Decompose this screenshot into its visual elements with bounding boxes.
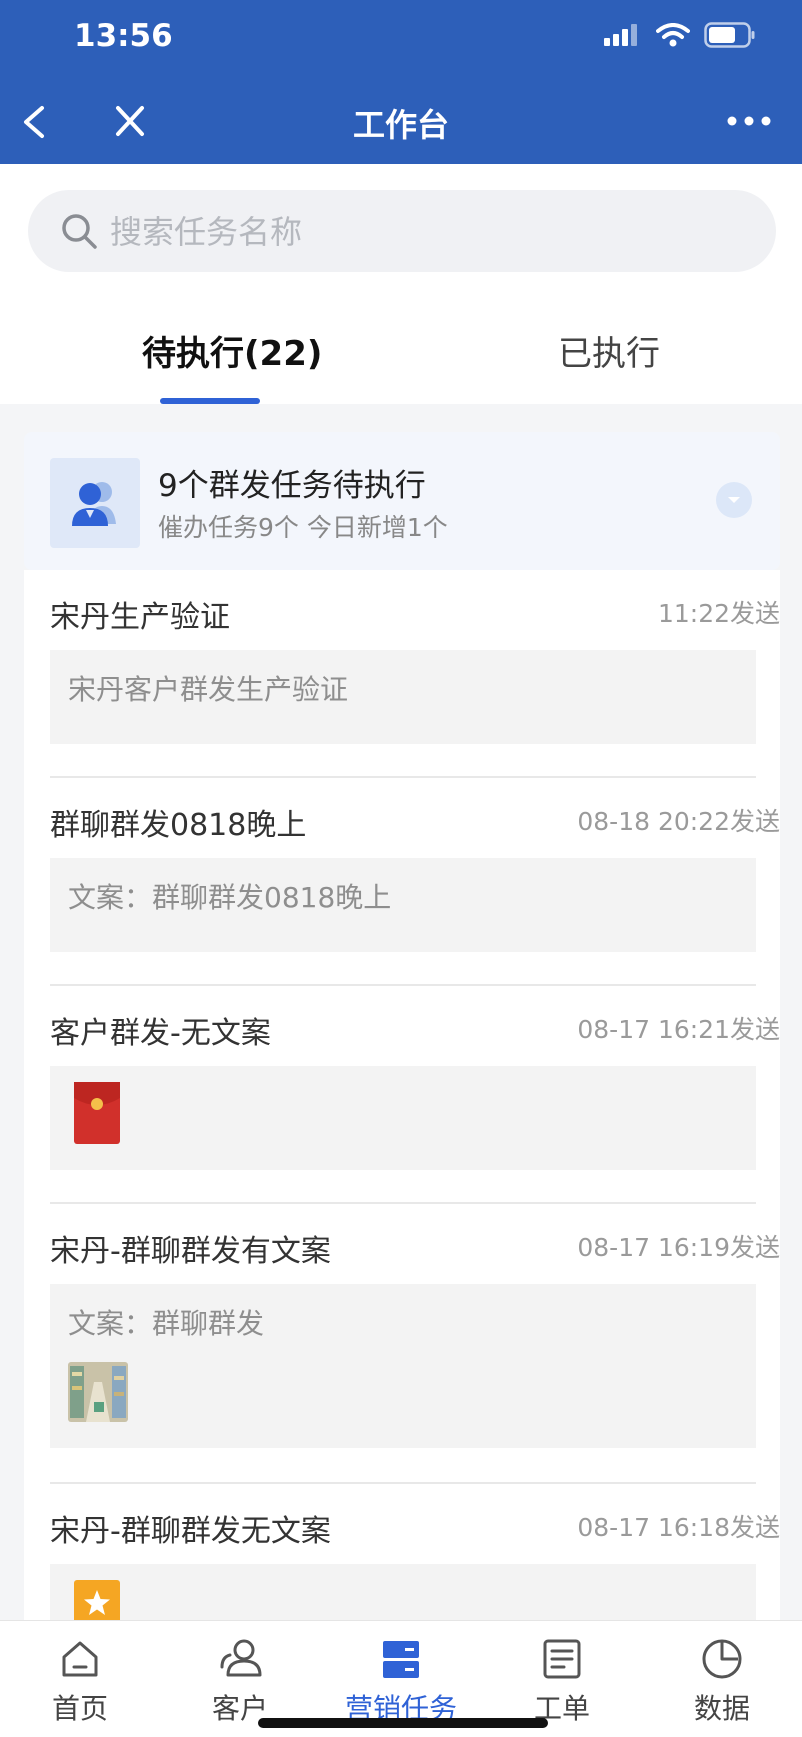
search-bar[interactable] (28, 190, 776, 272)
task-list: 宋丹生产验证 11:22发送 宋丹客户群发生产验证 群聊群发0818晚上 08-… (24, 570, 780, 1620)
task-title: 宋丹-群聊群发有文案 (50, 1234, 331, 1269)
home-indicator (258, 1718, 548, 1728)
data-chart-icon (702, 1639, 742, 1679)
home-icon (62, 1641, 98, 1677)
summary-title: 9个群发任务待执行 (158, 468, 426, 504)
task-content-box (50, 1564, 756, 1620)
divider (50, 984, 756, 986)
search-icon (62, 214, 97, 249)
tabbar-item-data[interactable]: 数据 (642, 1621, 802, 1737)
task-send-time: 11:22发送 (657, 599, 780, 628)
task-content: 文案：群聊群发0818晚上 (68, 881, 392, 914)
task-title: 宋丹-群聊群发无文案 (50, 1514, 331, 1549)
status-time: 13:56 (74, 18, 173, 54)
tabbar-label: 数据 (693, 1692, 750, 1725)
task-content-box: 文案：群聊群发 (50, 1284, 756, 1448)
task-content: 文案：群聊群发 (68, 1307, 265, 1340)
tabbar-item-home[interactable]: 首页 (0, 1621, 160, 1737)
chevron-down-icon (728, 497, 740, 503)
page-title: 工作台 (352, 106, 449, 144)
tabbar-label: 首页 (51, 1692, 108, 1725)
task-title: 宋丹生产验证 (50, 600, 230, 635)
task-title: 客户群发-无文案 (50, 1016, 271, 1051)
tab-pending[interactable]: 待执行(22) (142, 326, 322, 375)
marketing-task-icon (383, 1641, 419, 1678)
divider (50, 1202, 756, 1204)
summary-subtitle: 催办任务9个 今日新增1个 (158, 513, 448, 542)
summary-banner[interactable]: 9个群发任务待执行 催办任务9个 今日新增1个 (24, 432, 780, 570)
group-send-icon (50, 458, 140, 548)
star-icon (74, 1580, 120, 1620)
task-content-box: 文案：群聊群发0818晚上 (50, 858, 756, 952)
wifi-icon (656, 23, 690, 47)
task-item[interactable]: 宋丹-群聊群发无文案 08-17 16:18发送 (50, 1506, 780, 1620)
task-send-time: 08-17 16:21发送 (577, 1015, 780, 1044)
active-tab-indicator (160, 398, 260, 404)
divider (50, 776, 756, 778)
task-item[interactable]: 群聊群发0818晚上 08-18 20:22发送 文案：群聊群发0818晚上 (50, 800, 780, 952)
red-envelope-icon (74, 1082, 120, 1144)
task-title: 群聊群发0818晚上 (50, 808, 307, 843)
task-content-box: 宋丹客户群发生产验证 (50, 650, 756, 744)
task-item[interactable]: 客户群发-无文案 08-17 16:21发送 (50, 1008, 780, 1178)
customer-icon (220, 1639, 262, 1677)
signal-icon (604, 24, 637, 46)
more-icon[interactable] (724, 106, 774, 136)
tab-executed[interactable]: 已执行 (558, 326, 660, 375)
app-header: 13:56 工作台 (0, 0, 802, 164)
task-send-time: 08-17 16:19发送 (577, 1233, 780, 1262)
task-content: 宋丹客户群发生产验证 (68, 673, 349, 706)
task-send-time: 08-18 20:22发送 (577, 807, 780, 836)
task-send-time: 08-17 16:18发送 (577, 1513, 780, 1542)
divider (50, 1482, 756, 1484)
image-thumbnail (68, 1362, 128, 1422)
battery-icon (704, 22, 755, 48)
work-order-icon (543, 1639, 581, 1679)
search-input[interactable] (108, 204, 732, 260)
task-item[interactable]: 宋丹-群聊群发有文案 08-17 16:19发送 文案：群聊群发 (50, 1226, 780, 1448)
expand-toggle[interactable] (716, 482, 752, 518)
task-item[interactable]: 宋丹生产验证 11:22发送 宋丹客户群发生产验证 (50, 592, 780, 744)
status-icons (602, 22, 756, 48)
task-content-box (50, 1066, 756, 1170)
